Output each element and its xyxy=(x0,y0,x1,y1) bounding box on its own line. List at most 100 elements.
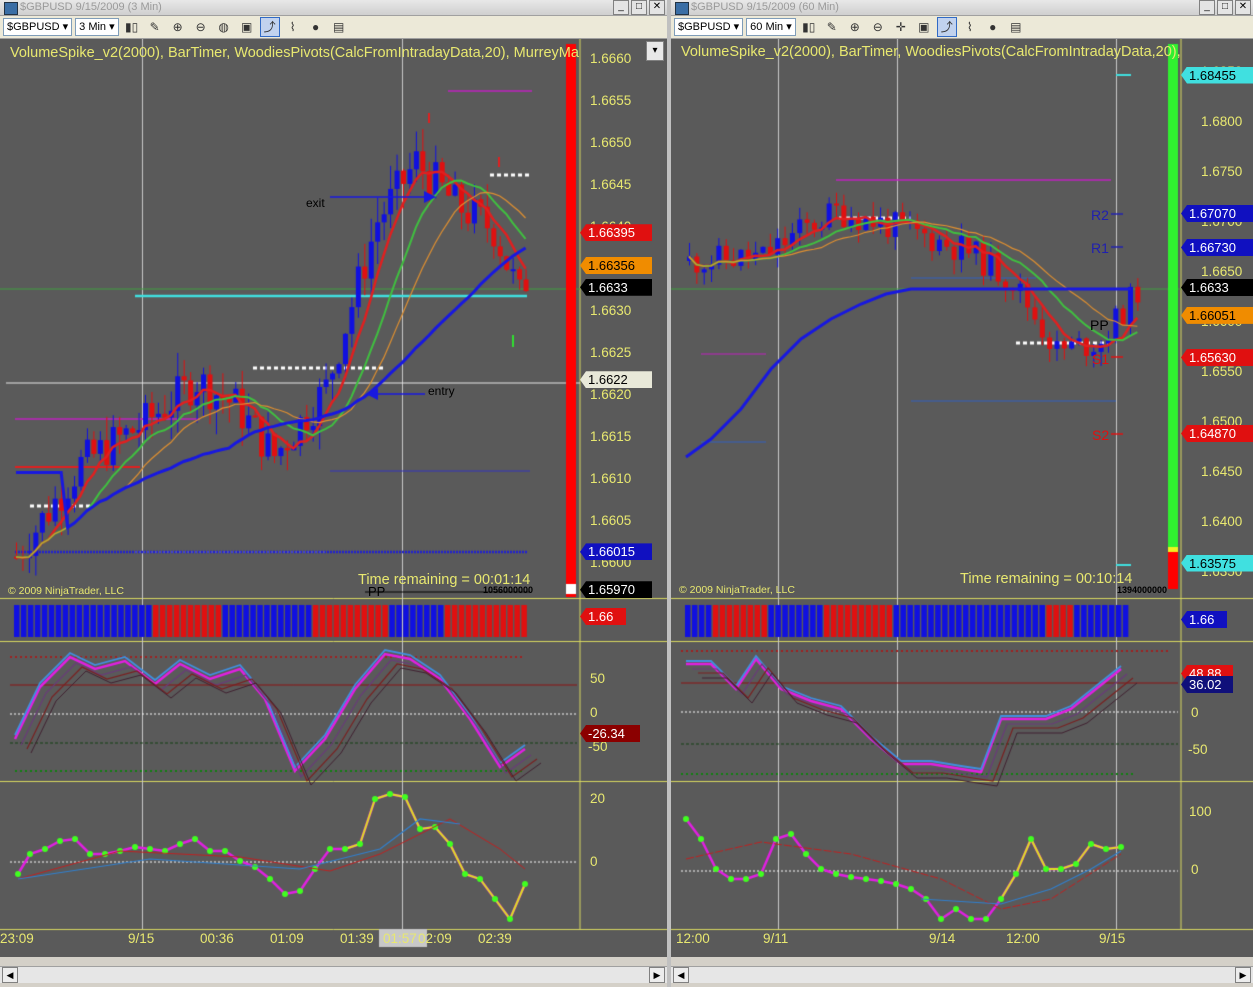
osc-tick-0: 0 xyxy=(1191,705,1199,720)
time-axis-label: 12:00 xyxy=(1006,931,1040,946)
price-tag: 1.6622 xyxy=(580,371,652,389)
price-tag: 1.66395 xyxy=(580,224,652,242)
strategy-icon[interactable]: ⌇ xyxy=(283,17,303,37)
cci-tick-0: 0 xyxy=(1191,862,1199,877)
price-tick: 1.6605 xyxy=(590,513,632,528)
pivot-label-r1: R1 xyxy=(1091,240,1109,256)
right-chart-window: $GBPUSD 9/15/2009 (60 Min) _ □ ✕ $GBPUSD… xyxy=(671,0,1253,987)
price-tick: 1.6620 xyxy=(590,387,632,402)
scroll-left-icon[interactable]: ◀ xyxy=(2,967,18,983)
right-time-remaining: Time remaining = 00:10:14 xyxy=(960,571,1133,587)
indicators-icon[interactable]: ⤴ xyxy=(936,17,957,37)
indicator-dropdown-button[interactable]: ▾ xyxy=(646,41,664,61)
zoom-out-icon[interactable]: ⊖ xyxy=(868,17,888,37)
zoom-out-icon[interactable]: ⊖ xyxy=(191,17,211,37)
pivot-label-s1: S1 xyxy=(1092,351,1110,367)
left-title-bar[interactable]: $GBPUSD 9/15/2009 (3 Min) _ □ ✕ xyxy=(0,0,667,16)
data-box-icon[interactable]: ● xyxy=(306,17,326,37)
scroll-right-icon[interactable]: ▶ xyxy=(649,967,665,983)
draw-tool-icon[interactable]: ✎ xyxy=(822,17,842,37)
time-axis-label: 12:00 xyxy=(676,931,710,946)
price-tag: 1.65970 xyxy=(580,581,652,599)
properties-icon[interactable]: ▣ xyxy=(237,17,257,37)
minimize-button[interactable]: _ xyxy=(1199,0,1215,15)
price-tick: 1.6645 xyxy=(590,177,632,192)
indicators-icon[interactable]: ⤴ xyxy=(259,17,280,37)
globe-icon[interactable]: ◍ xyxy=(214,17,234,37)
price-tag: 1.66730 xyxy=(1181,239,1253,256)
right-price-chart-canvas[interactable] xyxy=(671,39,1253,957)
price-tick: 1.6660 xyxy=(590,51,632,66)
price-tick: 1.6615 xyxy=(590,429,632,444)
right-osc-tag-2: 36.02 xyxy=(1181,676,1233,693)
time-axis-label: 01:57 xyxy=(383,931,417,946)
candlestick-icon[interactable]: ▮▯ xyxy=(122,17,142,37)
left-horizontal-scrollbar[interactable]: ◀ ▶ xyxy=(0,966,667,983)
scroll-right-icon[interactable]: ▶ xyxy=(1235,967,1251,983)
price-tick: 1.6800 xyxy=(1201,114,1243,129)
left-chart-window: $GBPUSD 9/15/2009 (3 Min) _ □ ✕ $GBPUSD … xyxy=(0,0,667,987)
price-tick: 1.6650 xyxy=(590,135,632,150)
cci-tick-20: 20 xyxy=(590,791,606,806)
left-osc-value-tag: -26.34 xyxy=(580,725,640,742)
price-tag: 1.66051 xyxy=(1181,306,1253,324)
draw-tool-icon[interactable]: ✎ xyxy=(145,17,165,37)
osc-tick-50: 50 xyxy=(590,671,606,686)
chart-window-icon xyxy=(675,2,689,15)
pivot-label-r2: R2 xyxy=(1091,207,1109,223)
chart-trader-icon[interactable]: ▤ xyxy=(329,17,349,37)
price-tag: 1.68455 xyxy=(1181,66,1253,84)
zoom-in-icon[interactable]: ⊕ xyxy=(845,17,865,37)
crosshair-icon[interactable]: ✛ xyxy=(891,17,911,37)
time-axis-label: 9/15 xyxy=(128,931,155,946)
left-window-title: $GBPUSD 9/15/2009 (3 Min) xyxy=(20,1,162,13)
left-bar-value-tag: 1.66 xyxy=(580,608,626,625)
right-toolbar: $GBPUSD ▾ 60 Min ▾ ▮▯ ✎ ⊕ ⊖ ✛ ▣ ⤴ ⌇ ● ▤ xyxy=(671,16,1253,39)
price-tick: 1.6625 xyxy=(590,345,632,360)
right-copyright: © 2009 NinjaTrader, LLC xyxy=(679,584,795,596)
data-box-icon[interactable]: ● xyxy=(983,17,1003,37)
price-tick: 1.6630 xyxy=(590,303,632,318)
price-tick: 1.6750 xyxy=(1201,164,1243,179)
time-axis-label: 01:09 xyxy=(270,931,304,946)
time-axis-label: 00:36 xyxy=(200,931,234,946)
zoom-in-icon[interactable]: ⊕ xyxy=(168,17,188,37)
price-tick: 1.6400 xyxy=(1201,514,1243,529)
properties-icon[interactable]: ▣ xyxy=(914,17,934,37)
left-price-chart-canvas[interactable] xyxy=(0,39,667,957)
right-chart-area[interactable]: VolumeSpike_v2(2000), BarTimer, WoodiesP… xyxy=(671,39,1253,957)
price-tag: 1.66015 xyxy=(580,543,652,561)
price-tag: 1.67070 xyxy=(1181,205,1253,222)
time-axis-label: 9/15 xyxy=(1099,931,1126,946)
cci-tick-100: 100 xyxy=(1189,804,1212,819)
close-button[interactable]: ✕ xyxy=(649,0,665,15)
instrument-selector[interactable]: $GBPUSD ▾ xyxy=(674,18,744,36)
osc-tick-0: 0 xyxy=(590,705,598,720)
maximize-button[interactable]: □ xyxy=(631,0,647,15)
pivot-label-s2: S2 xyxy=(1092,427,1110,443)
pp-label: PP xyxy=(368,584,386,599)
close-button[interactable]: ✕ xyxy=(1235,0,1251,15)
right-horizontal-scrollbar[interactable]: ◀ ▶ xyxy=(671,966,1253,983)
scroll-left-icon[interactable]: ◀ xyxy=(673,967,689,983)
strategy-icon[interactable]: ⌇ xyxy=(960,17,980,37)
left-copyright: © 2009 NinjaTrader, LLC xyxy=(8,585,124,597)
right-window-title: $GBPUSD 9/15/2009 (60 Min) xyxy=(691,1,839,13)
candlestick-icon[interactable]: ▮▯ xyxy=(799,17,819,37)
price-tag: 1.6633 xyxy=(580,278,652,296)
price-tag: 1.65630 xyxy=(1181,349,1253,366)
interval-selector[interactable]: 3 Min ▾ xyxy=(75,18,119,36)
price-tick: 1.6450 xyxy=(1201,464,1243,479)
right-title-bar[interactable]: $GBPUSD 9/15/2009 (60 Min) _ □ ✕ xyxy=(671,0,1253,16)
minimize-button[interactable]: _ xyxy=(613,0,629,15)
instrument-selector[interactable]: $GBPUSD ▾ xyxy=(3,18,73,36)
price-tick: 1.6550 xyxy=(1201,364,1243,379)
interval-selector[interactable]: 60 Min ▾ xyxy=(746,18,796,36)
time-axis-label: 01:39 xyxy=(340,931,374,946)
maximize-button[interactable]: □ xyxy=(1217,0,1233,15)
right-bar-value-tag: 1.66 xyxy=(1181,611,1227,628)
right-indicator-list: VolumeSpike_v2(2000), BarTimer, WoodiesP… xyxy=(681,44,1181,60)
price-tick: 1.6655 xyxy=(590,93,632,108)
left-chart-area[interactable]: VolumeSpike_v2(2000), BarTimer, WoodiesP… xyxy=(0,39,667,957)
chart-trader-icon[interactable]: ▤ xyxy=(1006,17,1026,37)
